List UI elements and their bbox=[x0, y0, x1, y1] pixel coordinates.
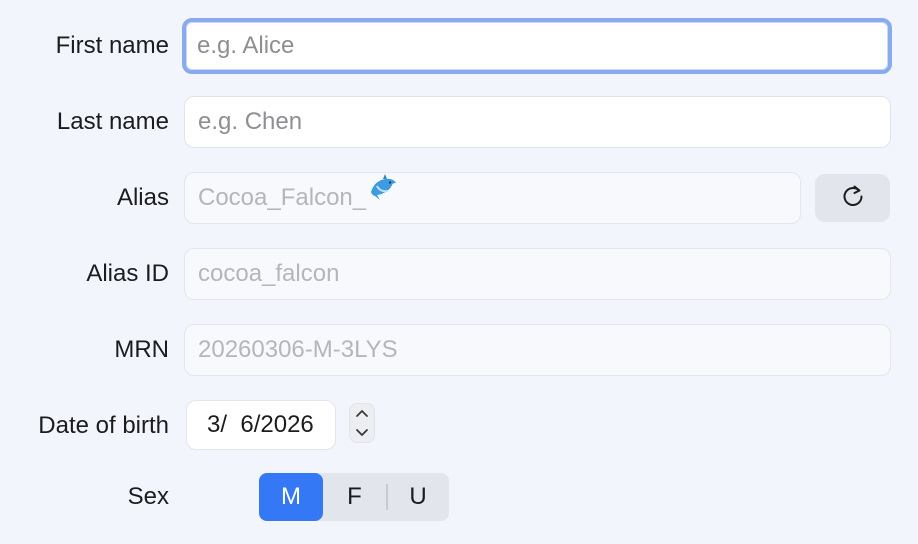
sex-row: Sex M F U bbox=[0, 473, 918, 525]
dob-stepper bbox=[349, 403, 375, 443]
alias-id-label: Alias ID bbox=[86, 260, 169, 287]
refresh-icon bbox=[840, 183, 866, 214]
last-name-input[interactable] bbox=[184, 96, 891, 148]
sex-option-m[interactable]: M bbox=[259, 473, 323, 521]
alias-value: Cocoa_Falcon_ bbox=[198, 184, 367, 211]
chevron-up-icon bbox=[355, 405, 369, 423]
first-name-row: First name bbox=[0, 18, 918, 74]
dob-label: Date of birth bbox=[38, 412, 169, 439]
mrn-row: MRN 20260306-M-3LYS bbox=[0, 324, 918, 376]
alias-id-row: Alias ID cocoa_falcon bbox=[0, 248, 918, 300]
dob-row: Date of birth 3/ 6/2026 bbox=[0, 400, 918, 452]
alias-label: Alias bbox=[116, 184, 169, 211]
last-name-label: Last name bbox=[56, 108, 169, 135]
dob-increment-button[interactable] bbox=[350, 404, 374, 423]
sex-segmented-control: M F U bbox=[259, 473, 449, 521]
dolphin-icon bbox=[368, 173, 398, 220]
dob-decrement-button[interactable] bbox=[350, 423, 374, 442]
regenerate-alias-button[interactable] bbox=[815, 174, 890, 222]
sex-label: Sex bbox=[127, 483, 169, 510]
first-name-input[interactable] bbox=[182, 18, 892, 74]
sex-option-f[interactable]: F bbox=[323, 473, 386, 521]
last-name-row: Last name bbox=[0, 96, 918, 148]
chevron-down-icon bbox=[355, 424, 369, 442]
dob-input[interactable]: 3/ 6/2026 bbox=[186, 400, 336, 450]
sex-option-u[interactable]: U bbox=[388, 473, 449, 521]
mrn-label: MRN bbox=[114, 336, 169, 363]
first-name-label: First name bbox=[55, 32, 169, 59]
mrn-field: 20260306-M-3LYS bbox=[184, 324, 891, 376]
patient-form: First name Last name Alias Cocoa_Falcon_ bbox=[0, 0, 918, 544]
alias-row: Alias Cocoa_Falcon_ bbox=[0, 172, 918, 224]
alias-field: Cocoa_Falcon_ bbox=[184, 172, 801, 224]
alias-id-field: cocoa_falcon bbox=[184, 248, 891, 300]
